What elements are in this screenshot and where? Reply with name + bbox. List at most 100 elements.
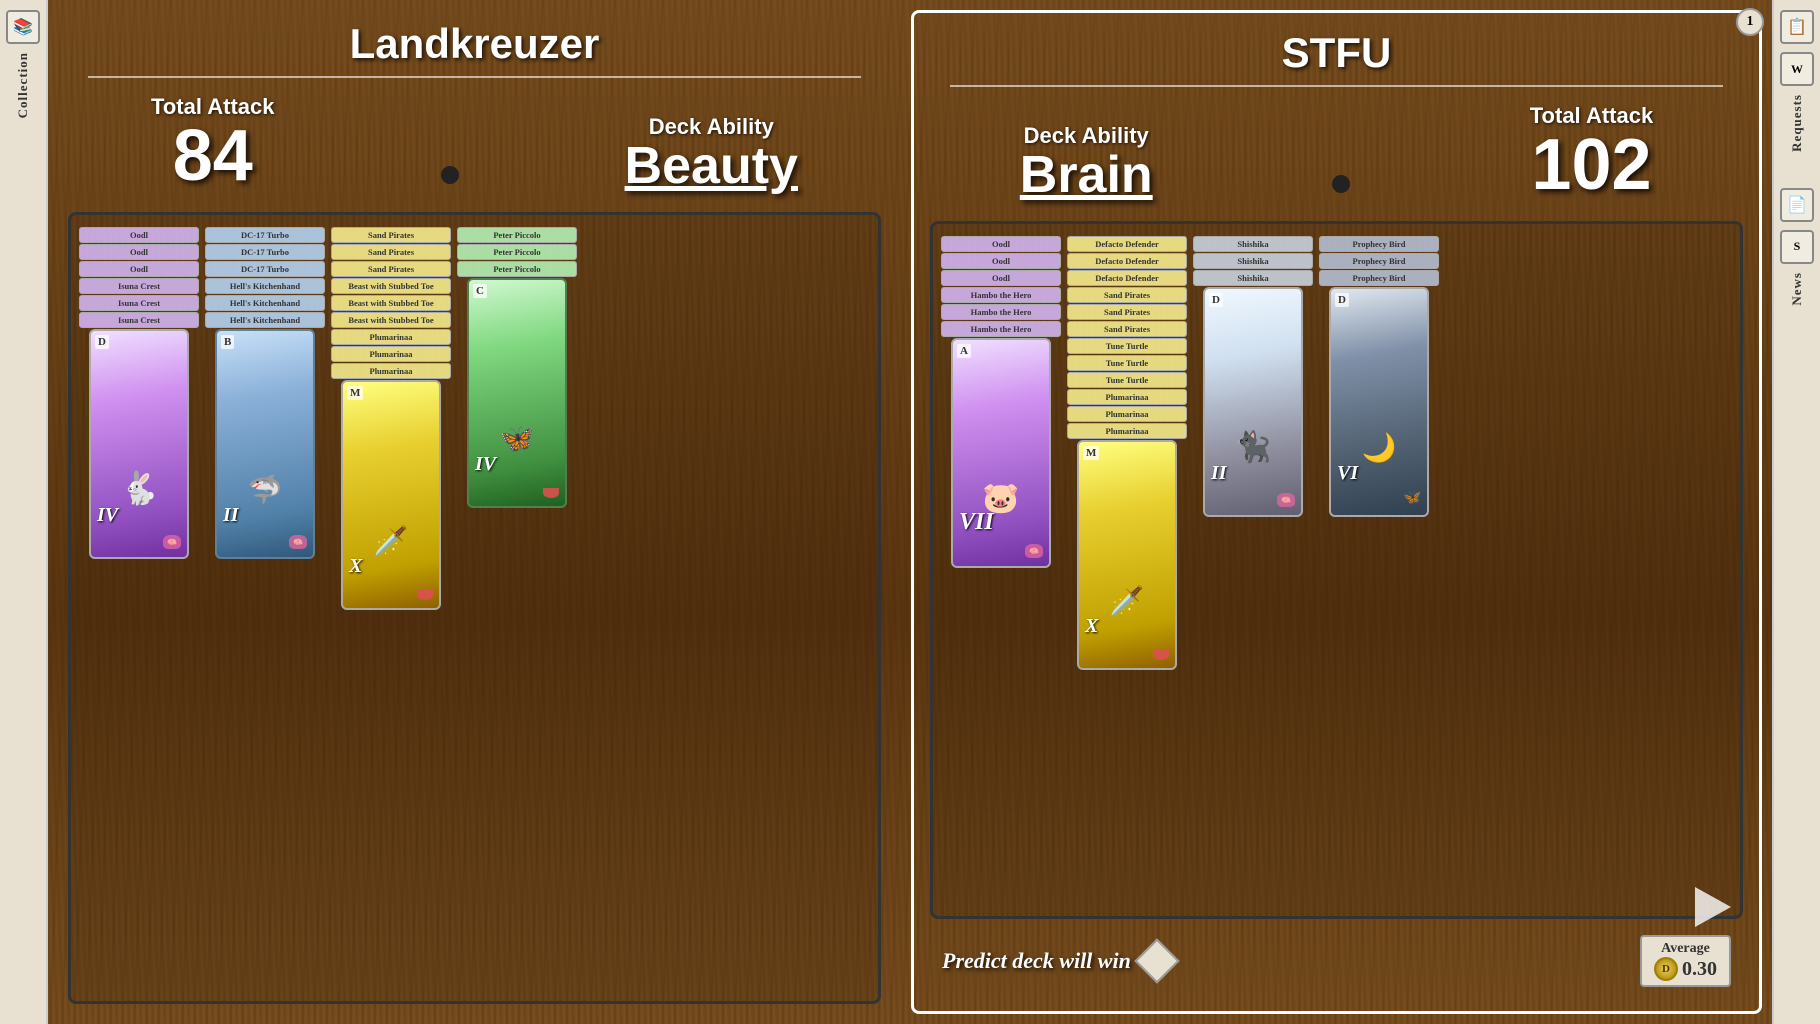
list-item: Oodl <box>941 236 1061 252</box>
card-roman: IV <box>475 453 496 476</box>
card-roman: II <box>1211 462 1227 485</box>
list-item: Plumarinaa <box>331 363 451 379</box>
list-item: Sand Pirates <box>1067 321 1187 337</box>
left-big-card-2[interactable]: B 🦈 II 🧠 <box>215 329 315 559</box>
average-value: 0.30 <box>1682 958 1717 981</box>
card-label: C <box>473 284 487 298</box>
left-stack-2-list: DC-17 Turbo DC-17 Turbo DC-17 Turbo Hell… <box>205 227 325 329</box>
list-item: Sand Pirates <box>1067 287 1187 303</box>
card-roman: II <box>223 504 239 527</box>
left-stack-3: Sand Pirates Sand Pirates Sand Pirates B… <box>331 227 451 610</box>
predict-bar: Predict deck will win Average D 0.30 <box>930 927 1743 995</box>
card-roman: VII <box>959 509 994 536</box>
list-item: Oodl <box>941 253 1061 269</box>
card-label: D <box>1335 293 1349 307</box>
list-item: Hell's Kitchenhand <box>205 312 325 328</box>
left-stack-2: DC-17 Turbo DC-17 Turbo DC-17 Turbo Hell… <box>205 227 325 559</box>
left-sidebar: 📚 Collection <box>0 0 48 1024</box>
list-item: Sand Pirates <box>331 244 451 260</box>
predict-diamond-icon <box>1134 938 1179 983</box>
list-item: Sand Pirates <box>331 261 451 277</box>
right-player-name: STFU <box>930 29 1743 77</box>
brain-icon: 🧠 <box>1277 493 1295 507</box>
lip-icon <box>1153 650 1169 660</box>
brain-icon: 🧠 <box>289 535 307 549</box>
right-stack-3: Shishika Shishika Shishika D 🐈‍⬛ II 🧠 <box>1193 236 1313 517</box>
right-stack-4: Prophecy Bird Prophecy Bird Prophecy Bir… <box>1319 236 1439 517</box>
left-big-card-1[interactable]: D 🐇 IV 🧠 <box>89 329 189 559</box>
list-item: DC-17 Turbo <box>205 227 325 243</box>
list-item: Beast with Stubbed Toe <box>331 295 451 311</box>
predict-value-box: Average D 0.30 <box>1640 935 1731 987</box>
list-item: Prophecy Bird <box>1319 270 1439 286</box>
left-deck-ability-block: Deck Ability Beauty <box>625 114 798 192</box>
list-item: Beast with Stubbed Toe <box>331 278 451 294</box>
predict-text: Predict deck will win <box>942 948 1131 974</box>
list-item: Peter Piccolo <box>457 244 577 260</box>
left-big-card-3[interactable]: M 🗡️ X <box>341 380 441 610</box>
news-icon1[interactable]: 📄 <box>1780 188 1814 222</box>
right-big-card-3[interactable]: D 🐈‍⬛ II 🧠 <box>1203 287 1303 517</box>
left-total-attack-block: Total Attack 84 <box>151 94 274 192</box>
coin-icon: D <box>1654 957 1678 981</box>
list-item: Oodl <box>79 227 199 243</box>
right-stack-4-list: Prophecy Bird Prophecy Bird Prophecy Bir… <box>1319 236 1439 287</box>
left-stats-row: Total Attack 84 Deck Ability Beauty <box>68 94 881 192</box>
right-stack-1: Oodl Oodl Oodl Hambo the Hero Hambo the … <box>941 236 1061 568</box>
card-roman: VI <box>1337 462 1358 485</box>
right-stack-3-list: Shishika Shishika Shishika <box>1193 236 1313 287</box>
card-label: D <box>95 335 109 349</box>
right-big-card-1[interactable]: A 🐷 VII 🧠 <box>951 338 1051 568</box>
right-deck-ability-block: Deck Ability Brain <box>1020 123 1153 201</box>
list-item: Isuna Crest <box>79 312 199 328</box>
left-stack-1-list: Oodl Oodl Oodl Isuna Crest Isuna Crest I… <box>79 227 199 329</box>
list-item: Sand Pirates <box>331 227 451 243</box>
corner-badge: 1 <box>1736 8 1764 36</box>
list-item: Tune Turtle <box>1067 372 1187 388</box>
left-divider <box>88 76 861 78</box>
card-label: M <box>1083 446 1099 460</box>
left-player-name: Landkreuzer <box>68 20 881 68</box>
list-item: DC-17 Turbo <box>205 244 325 260</box>
collection-icon[interactable]: 📚 <box>6 10 40 44</box>
list-item: Plumarinaa <box>1067 423 1187 439</box>
list-item: Beast with Stubbed Toe <box>331 312 451 328</box>
collection-label: Collection <box>15 52 31 118</box>
list-item: Shishika <box>1193 253 1313 269</box>
list-item: Tune Turtle <box>1067 338 1187 354</box>
average-label: Average <box>1661 941 1710 957</box>
card-roman: X <box>1085 615 1098 638</box>
card-roman: IV <box>97 504 118 527</box>
left-big-card-4[interactable]: C 🦋 IV <box>467 278 567 508</box>
list-item: Oodl <box>79 244 199 260</box>
right-deck-ability-value: Brain <box>1020 149 1153 201</box>
right-stack-1-list: Oodl Oodl Oodl Hambo the Hero Hambo the … <box>941 236 1061 338</box>
right-cards-container: Oodl Oodl Oodl Hambo the Hero Hambo the … <box>930 221 1743 919</box>
news-icon2[interactable]: S <box>1780 230 1814 264</box>
card-label: D <box>1209 293 1223 307</box>
main-content: Landkreuzer Total Attack 84 Deck Ability… <box>48 0 1772 1024</box>
right-stack-2: Defacto Defender Defacto Defender Defact… <box>1067 236 1187 670</box>
card-roman: X <box>349 555 362 578</box>
play-button[interactable] <box>1695 887 1739 931</box>
brain-icon: 🧠 <box>163 535 181 549</box>
left-stack-3-list: Sand Pirates Sand Pirates Sand Pirates B… <box>331 227 451 380</box>
right-total-attack-block: Total Attack 102 <box>1530 103 1653 201</box>
list-item: Oodl <box>941 270 1061 286</box>
right-big-card-4[interactable]: D 🌙 VI 🦋 <box>1329 287 1429 517</box>
card-label: A <box>957 344 971 358</box>
list-item: Hambo the Hero <box>941 287 1061 303</box>
list-item: Isuna Crest <box>79 278 199 294</box>
left-deck-ability-value: Beauty <box>625 140 798 192</box>
requests-icon2[interactable]: W <box>1780 52 1814 86</box>
right-big-card-2[interactable]: M 🗡️ X <box>1077 440 1177 670</box>
left-stack-4-list: Peter Piccolo Peter Piccolo Peter Piccol… <box>457 227 577 278</box>
list-item: Plumarinaa <box>1067 389 1187 405</box>
brain-icon: 🧠 <box>1025 544 1043 558</box>
card-label: M <box>347 386 363 400</box>
list-item: Tune Turtle <box>1067 355 1187 371</box>
left-total-attack-value: 84 <box>151 120 274 192</box>
left-stack-1: Oodl Oodl Oodl Isuna Crest Isuna Crest I… <box>79 227 199 559</box>
requests-icon1[interactable]: 📋 <box>1780 10 1814 44</box>
list-item: Peter Piccolo <box>457 261 577 277</box>
